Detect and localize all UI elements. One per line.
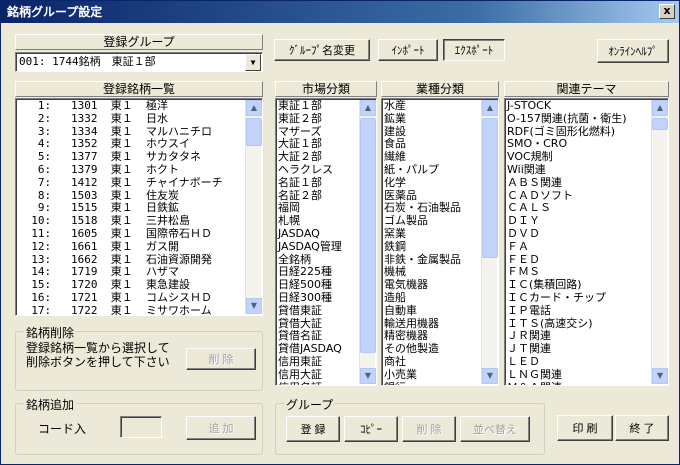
delete-group-button[interactable]: 削 除 bbox=[402, 416, 456, 442]
list-item[interactable]: J-STOCK bbox=[505, 99, 668, 113]
import-button[interactable]: ｲﾝﾎﾟｰﾄ bbox=[378, 39, 438, 61]
industry-header: 業種分類 bbox=[381, 81, 499, 97]
market-list-scrollbar[interactable]: ▲ ▼ bbox=[359, 100, 376, 384]
list-item[interactable]: 1: 1301 東１ 極洋 bbox=[16, 99, 262, 113]
list-item[interactable]: ＡＢＳ関連 bbox=[505, 176, 668, 190]
theme-list-scrollbar[interactable]: ▲ ▼ bbox=[651, 100, 668, 384]
add-stock-button[interactable]: 追 加 bbox=[186, 416, 256, 440]
scroll-up-icon[interactable]: ▲ bbox=[360, 100, 376, 116]
code-input[interactable] bbox=[120, 416, 162, 438]
code-label: コード入 bbox=[38, 422, 87, 436]
list-item[interactable]: 16: 1721 東１ コムシスＨＤ bbox=[16, 291, 262, 305]
list-item[interactable]: 6: 1379 東１ ホクト bbox=[16, 163, 262, 177]
main-window: 銘柄グループ設定 x 登録グループ 001: 1744銘柄 東証１部 ▼ ｸﾞﾙ… bbox=[0, 0, 680, 465]
scroll-up-icon[interactable]: ▲ bbox=[652, 100, 668, 116]
scroll-down-icon[interactable]: ▼ bbox=[482, 368, 498, 384]
list-item[interactable]: ＬＮＧ関連 bbox=[505, 368, 668, 382]
list-item[interactable]: 2: 1332 東１ 日水 bbox=[16, 112, 262, 126]
list-item[interactable]: O-157関連(抗菌・衛生) bbox=[505, 112, 668, 126]
scroll-thumb[interactable] bbox=[246, 118, 262, 146]
theme-list[interactable]: J-STOCK O-157関連(抗菌・衛生) RDF(ゴミ固形化燃料) SMO・CRO… bbox=[504, 98, 669, 386]
group-header: 登録グループ bbox=[15, 34, 263, 50]
scroll-down-icon[interactable]: ▼ bbox=[652, 368, 668, 384]
close-button[interactable]: 終 了 bbox=[615, 415, 669, 441]
stock-list[interactable]: 1: 1301 東１ 極洋 2: 1332 東１ 日水 3: 1334 東１ マ… bbox=[15, 98, 263, 316]
industry-list-scrollbar[interactable]: ▲ ▼ bbox=[481, 100, 498, 384]
register-group-button[interactable]: 登 録 bbox=[286, 416, 340, 442]
print-button[interactable]: 印 刷 bbox=[557, 415, 613, 441]
rename-group-button[interactable]: ｸﾞﾙｰﾌﾟ名変更 bbox=[274, 39, 370, 61]
list-item[interactable]: ＦＡ bbox=[505, 240, 668, 254]
window-title: 銘柄グループ設定 bbox=[7, 5, 103, 19]
scroll-thumb[interactable] bbox=[652, 118, 668, 130]
market-header: 市場分類 bbox=[275, 81, 377, 97]
industry-list[interactable]: 水産 鉱業 建設 食品 繊維 紙・パルプ 化学 医薬品 石炭・石油製品 ゴム製品 窯業 鉄鋼 非鉄・金属… bbox=[381, 98, 499, 386]
online-help-button[interactable]: ｵﾝﾗｲﾝﾍﾙﾌﾟ bbox=[597, 39, 669, 63]
scroll-thumb[interactable] bbox=[482, 118, 498, 258]
list-item[interactable]: 17: 1722 東１ ミサワホーム bbox=[16, 304, 262, 315]
add-groupbox: 銘柄追加 コード入 追 加 bbox=[15, 396, 263, 455]
chevron-down-icon[interactable]: ▼ bbox=[245, 54, 261, 71]
stock-list-scrollbar[interactable]: ▲ ▼ bbox=[245, 100, 262, 314]
stock-list-header: 登録銘柄一覧 bbox=[15, 81, 263, 97]
add-section-title: 銘柄追加 bbox=[24, 396, 77, 413]
list-item[interactable]: ＤＶＤ bbox=[505, 227, 668, 241]
list-item[interactable]: ＩＰ電話 bbox=[505, 304, 668, 318]
list-item[interactable]: Ｍ＆Ａ関連 bbox=[505, 381, 668, 385]
close-icon[interactable]: x bbox=[659, 4, 675, 19]
list-item[interactable]: 11: 1605 東１ 国際帝石ＨＤ bbox=[16, 227, 262, 241]
list-item[interactable]: Wii関連 bbox=[505, 163, 668, 177]
theme-header: 関連テーマ bbox=[504, 81, 669, 97]
market-list[interactable]: 東証１部 東証２部 マザーズ 大証１部 大証２部 ヘラクレス 名証１部 名証２部 福岡 札幌 JAS… bbox=[275, 98, 377, 386]
list-item[interactable]: 7: 1412 東１ チャイナボーチ bbox=[16, 176, 262, 190]
list-item[interactable]: ＩＣカード・チップ bbox=[505, 291, 668, 305]
group-select-value: 001: 1744銘柄 東証１部 bbox=[19, 55, 156, 68]
sort-button[interactable]: 並べ替え bbox=[460, 416, 530, 442]
scroll-up-icon[interactable]: ▲ bbox=[246, 100, 262, 116]
delete-section-title: 銘柄削除 bbox=[24, 324, 77, 341]
group-groupbox: グループ 登 録 ｺﾋﾟｰ 削 除 並べ替え bbox=[275, 396, 545, 455]
list-item[interactable]: 12: 1661 東１ ガス開 bbox=[16, 240, 262, 254]
scroll-down-icon[interactable]: ▼ bbox=[246, 298, 262, 314]
scroll-thumb[interactable] bbox=[360, 118, 376, 353]
group-section-title: グループ bbox=[284, 396, 336, 413]
list-item[interactable]: ＬＥＤ bbox=[505, 355, 668, 369]
title-bar: 銘柄グループ設定 x bbox=[1, 1, 679, 23]
scroll-down-icon[interactable]: ▼ bbox=[360, 368, 376, 384]
scroll-up-icon[interactable]: ▲ bbox=[482, 100, 498, 116]
delete-groupbox: 銘柄削除 登録銘柄一覧から選択して削除ボタンを押して下さい 削 除 bbox=[15, 324, 263, 391]
delete-instruction: 登録銘柄一覧から選択して削除ボタンを押して下さい bbox=[26, 341, 170, 369]
export-button[interactable]: ｴｸｽﾎﾟｰﾄ bbox=[443, 39, 505, 61]
group-select[interactable]: 001: 1744銘柄 東証１部 ▼ bbox=[15, 52, 263, 72]
delete-stock-button[interactable]: 削 除 bbox=[186, 348, 256, 370]
copy-group-button[interactable]: ｺﾋﾟｰ bbox=[344, 416, 398, 442]
